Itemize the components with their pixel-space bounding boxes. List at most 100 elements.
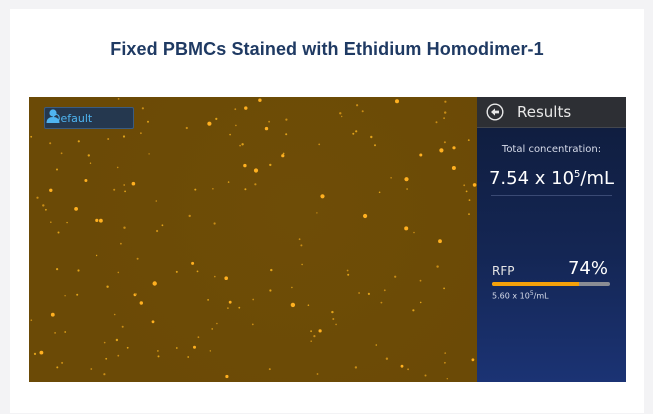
cell-dot [50, 312, 55, 317]
cell-dot [301, 263, 303, 266]
cell-dot [291, 286, 293, 289]
cell-dot [185, 126, 188, 130]
channel-concentration: 5.60 x 105/mL [492, 290, 549, 301]
cell-dot [54, 332, 56, 334]
cell-dot [227, 181, 230, 183]
cell-dot [61, 361, 64, 364]
cell-dot [113, 188, 116, 191]
cell-dot [42, 204, 45, 207]
cell-dot [117, 271, 120, 274]
cell-dot [207, 299, 210, 301]
channel-progress-bar [492, 282, 610, 286]
cell-dot [419, 301, 422, 304]
back-arrow-icon[interactable] [486, 103, 504, 121]
cell-dot [444, 111, 447, 114]
fluorescence-image: Default [29, 97, 477, 382]
cell-dot [438, 239, 442, 244]
cell-counter-viewer: Default Results Total concentration: 7.5… [29, 97, 626, 382]
cell-dot [363, 213, 368, 219]
cell-dot [285, 133, 288, 136]
cell-dot [191, 261, 195, 265]
cell-dot [307, 304, 310, 306]
cell-dot [264, 126, 269, 131]
cell-dot [241, 143, 244, 146]
cell-dot [374, 144, 376, 147]
cell-dot [238, 306, 241, 309]
cell-dot [463, 184, 466, 187]
cell-dot [404, 177, 409, 182]
cell-dot [352, 132, 355, 135]
cell-dot [140, 132, 142, 135]
cell-dot [49, 188, 53, 192]
cell-dot [188, 214, 191, 218]
cell-dot [446, 378, 448, 380]
cell-dot [443, 117, 445, 120]
cell-dot [300, 244, 303, 247]
cell-dot [258, 98, 262, 102]
cell-dot [254, 183, 257, 186]
cell-dot [76, 293, 79, 296]
cell-dot [187, 356, 190, 358]
cell-dot [270, 268, 273, 272]
cell-dot [228, 300, 232, 304]
cell-dot [49, 142, 52, 145]
cell-dot [136, 257, 139, 260]
cell-dot [103, 373, 106, 376]
cell-dot [57, 231, 60, 234]
cell-dot [355, 130, 358, 133]
cell-dot [243, 163, 247, 168]
cell-dot [404, 226, 409, 231]
cell-dot [207, 121, 212, 126]
cell-dot [354, 366, 358, 369]
results-panel: Results Total concentration: 7.54 x 105/… [477, 97, 626, 382]
cell-dot [269, 163, 272, 167]
cell-dot [39, 350, 44, 355]
cell-dot [346, 269, 349, 272]
cell-dot [50, 221, 52, 223]
cell-dot [124, 190, 126, 193]
cell-dot [64, 331, 67, 333]
results-title: Results [517, 103, 572, 121]
cell-dot [320, 194, 325, 199]
cell-dot [147, 120, 149, 123]
cell-dot [113, 313, 116, 316]
cell-dot [331, 310, 334, 314]
cell-dot [116, 166, 119, 169]
cell-dot [139, 301, 143, 305]
cell-dot [30, 135, 33, 138]
cell-dot [436, 265, 439, 268]
cell-dot [45, 208, 47, 211]
cell-dot [157, 350, 159, 352]
cell-dot [472, 183, 477, 187]
cell-dot [106, 285, 109, 288]
cell-dot [90, 368, 93, 370]
cell-dot [229, 133, 231, 136]
cell-dot [332, 318, 335, 320]
cell-dot [444, 352, 447, 354]
cell-dot [471, 358, 475, 362]
cell-dot [211, 328, 213, 330]
total-concentration-value: 7.54 x 105/mL [488, 168, 615, 189]
cell-dot [239, 144, 242, 147]
cell-dot [151, 320, 155, 324]
cell-dot [419, 279, 422, 282]
cell-dot [224, 276, 228, 280]
cell-dot [105, 357, 108, 360]
cell-dot [358, 292, 360, 294]
cell-dot [383, 289, 386, 292]
cell-dot [407, 368, 409, 371]
cell-dot [380, 301, 383, 304]
cell-dot [60, 152, 63, 155]
profile-button[interactable]: Default [44, 107, 134, 129]
cell-dot [290, 302, 296, 308]
cell-dot [148, 153, 150, 155]
cell-dot [121, 325, 124, 328]
cell-dot [335, 323, 337, 326]
cell-dot [197, 336, 200, 339]
cell-dot [298, 238, 301, 241]
cell-dot [316, 212, 318, 214]
cell-dot [77, 269, 80, 272]
cell-dot [412, 309, 415, 312]
cell-dot [135, 293, 137, 296]
cell-dot [122, 135, 126, 138]
